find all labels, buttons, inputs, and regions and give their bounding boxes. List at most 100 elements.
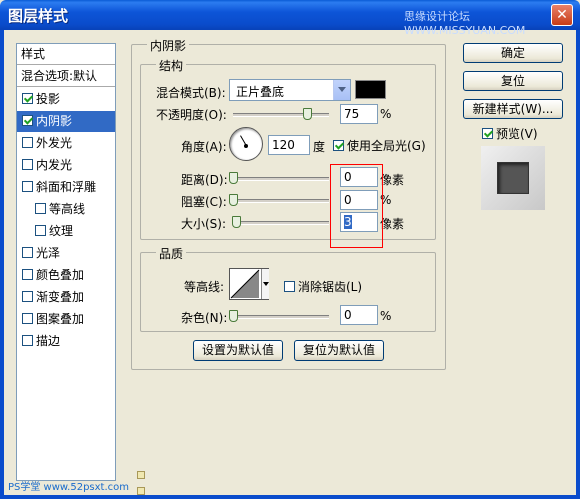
anti-alias-checkbox-row[interactable]: 消除锯齿(L) <box>284 278 362 295</box>
style-item-texture[interactable]: 纹理 <box>17 221 115 242</box>
angle-unit: 度 <box>313 140 326 154</box>
preview-checkbox-row[interactable]: 预览(V) <box>482 125 538 142</box>
styles-list: 样式 混合选项:默认 投影 内阴影 外发光 内发光 斜面和浮雕 等高线 纹理 光… <box>16 43 116 481</box>
style-item-inner-shadow[interactable]: 内阴影 <box>17 111 115 132</box>
style-item-label: 渐变叠加 <box>36 290 85 304</box>
outer-glow-checkbox[interactable] <box>22 137 33 148</box>
reset-button[interactable]: 复位 <box>463 71 563 91</box>
angle-center <box>244 144 248 148</box>
contour-curve-icon <box>230 269 260 299</box>
blend-mode-dropdown[interactable]: 正片叠底 <box>229 79 351 101</box>
style-item-bevel-emboss[interactable]: 斜面和浮雕 <box>17 177 115 198</box>
window-frame-bottom <box>0 495 580 499</box>
style-item-drop-shadow[interactable]: 投影 <box>17 89 115 110</box>
style-item-label: 投影 <box>36 92 61 106</box>
inner-shadow-checkbox[interactable] <box>22 115 33 126</box>
angle-input[interactable]: 120 <box>268 135 310 155</box>
choke-slider[interactable] <box>233 199 329 203</box>
style-item-stroke[interactable]: 描边 <box>17 331 115 352</box>
panel-grip-bottom <box>137 487 145 495</box>
global-light-checkbox-row[interactable]: 使用全局光(G) <box>333 137 426 154</box>
opacity-input[interactable]: 75 <box>340 104 378 124</box>
style-item-satin[interactable]: 光泽 <box>17 243 115 264</box>
distance-label: 距离(D): <box>181 173 228 187</box>
style-item-pattern-overlay[interactable]: 图案叠加 <box>17 309 115 330</box>
size-unit: 像素 <box>380 217 405 231</box>
blend-mode-value: 正片叠底 <box>236 85 285 99</box>
panel-grip-top <box>137 471 145 479</box>
style-item-label: 内发光 <box>36 158 73 172</box>
footer-watermark: PS学堂 www.52psxt.com <box>8 482 130 493</box>
drop-shadow-checkbox[interactable] <box>22 93 33 104</box>
style-item-label: 外发光 <box>36 136 73 150</box>
ok-button[interactable]: 确定 <box>463 43 563 63</box>
blend-options-item[interactable]: 混合选项:默认 <box>17 66 115 87</box>
size-label: 大小(S): <box>181 217 227 231</box>
style-item-label: 颜色叠加 <box>36 268 85 282</box>
reset-to-default-button[interactable]: 复位为默认值 <box>294 340 384 361</box>
style-item-label: 图案叠加 <box>36 312 85 326</box>
close-icon: ✕ <box>556 7 568 23</box>
gradient-overlay-checkbox[interactable] <box>22 291 33 302</box>
anti-alias-label: 消除锯齿(L) <box>298 280 363 294</box>
inner-shadow-group-title: 内阴影 <box>147 37 190 54</box>
satin-checkbox[interactable] <box>22 247 33 258</box>
texture-checkbox[interactable] <box>35 225 46 236</box>
noise-input[interactable]: 0 <box>340 305 378 325</box>
inner-glow-checkbox[interactable] <box>22 159 33 170</box>
style-item-label: 纹理 <box>49 224 74 238</box>
size-slider-thumb[interactable] <box>232 216 241 228</box>
opacity-label: 不透明度(O): <box>156 108 227 122</box>
noise-slider-thumb[interactable] <box>229 310 238 322</box>
size-slider[interactable] <box>233 221 329 225</box>
window-frame-left <box>0 30 4 499</box>
distance-unit: 像素 <box>380 173 405 187</box>
window-title: 图层样式 <box>8 7 69 25</box>
choke-slider-thumb[interactable] <box>229 194 238 206</box>
window-frame-right <box>576 30 580 499</box>
style-item-gradient-overlay[interactable]: 渐变叠加 <box>17 287 115 308</box>
style-item-label: 等高线 <box>49 202 86 216</box>
anti-alias-checkbox[interactable] <box>284 281 295 292</box>
noise-unit: % <box>380 309 392 323</box>
blend-color-swatch[interactable] <box>355 80 386 99</box>
quality-group-title: 品质 <box>156 245 187 262</box>
noise-label: 杂色(N): <box>181 311 228 325</box>
chevron-down-icon <box>333 80 350 100</box>
style-item-label: 光泽 <box>36 246 61 260</box>
angle-label: 角度(A): <box>181 140 227 154</box>
distance-slider-thumb[interactable] <box>229 172 238 184</box>
bevel-emboss-checkbox[interactable] <box>22 181 33 192</box>
angle-dial[interactable] <box>229 127 263 161</box>
style-preview <box>481 146 545 210</box>
contour-picker[interactable] <box>229 268 269 300</box>
style-item-label: 描边 <box>36 334 61 348</box>
contour-dropdown-arrow[interactable] <box>261 269 269 299</box>
pattern-overlay-checkbox[interactable] <box>22 313 33 324</box>
opacity-slider-thumb[interactable] <box>303 108 312 120</box>
style-item-contour[interactable]: 等高线 <box>17 199 115 220</box>
contour-checkbox[interactable] <box>35 203 46 214</box>
preview-checkbox[interactable] <box>482 128 493 139</box>
style-item-color-overlay[interactable]: 颜色叠加 <box>17 265 115 286</box>
distance-slider[interactable] <box>233 177 329 181</box>
global-light-label: 使用全局光(G) <box>347 139 426 153</box>
title-bar[interactable]: 图层样式 思缘设计论坛 WWW.MISSYUAN.COM ✕ <box>0 0 580 37</box>
contour-label: 等高线: <box>184 280 225 294</box>
opacity-slider[interactable] <box>233 113 329 117</box>
style-item-label: 斜面和浮雕 <box>36 180 97 194</box>
noise-slider[interactable] <box>233 315 329 319</box>
style-item-inner-glow[interactable]: 内发光 <box>17 155 115 176</box>
global-light-checkbox[interactable] <box>333 140 344 151</box>
style-preview-swatch <box>497 162 529 194</box>
stroke-checkbox[interactable] <box>22 335 33 346</box>
preview-label: 预览(V) <box>496 127 538 141</box>
style-item-outer-glow[interactable]: 外发光 <box>17 133 115 154</box>
make-default-button[interactable]: 设置为默认值 <box>193 340 283 361</box>
style-item-label: 内阴影 <box>36 114 73 128</box>
color-overlay-checkbox[interactable] <box>22 269 33 280</box>
styles-list-header[interactable]: 样式 <box>17 44 115 65</box>
close-button[interactable]: ✕ <box>551 4 573 26</box>
structure-group-title: 结构 <box>156 57 187 74</box>
new-style-button[interactable]: 新建样式(W)... <box>463 99 563 119</box>
